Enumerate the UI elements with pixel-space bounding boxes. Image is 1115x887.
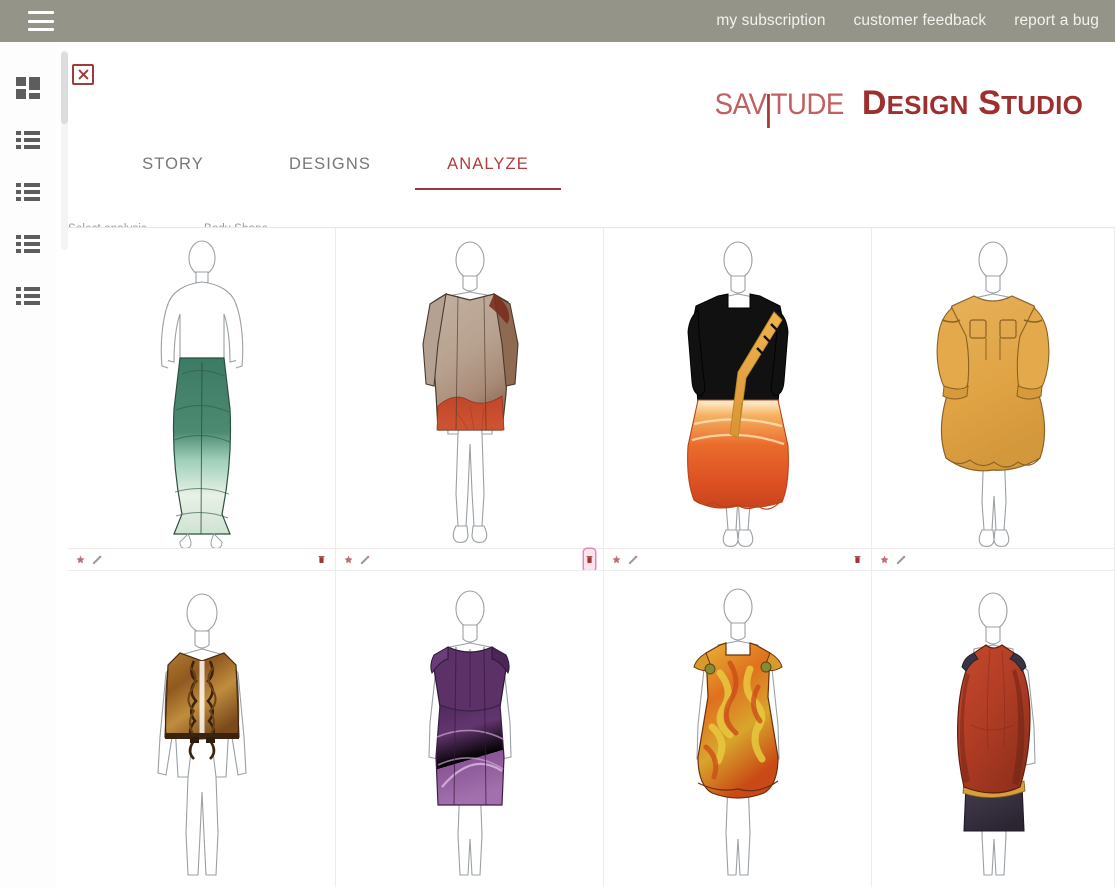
card-footer-2	[336, 548, 603, 570]
hamburger-icon[interactable]	[28, 11, 54, 31]
link-my-subscription[interactable]: my subscription	[716, 12, 825, 30]
pencil-icon[interactable]	[896, 555, 906, 565]
delete-icon[interactable]	[584, 548, 595, 570]
design-thumbnail-3[interactable]	[604, 228, 871, 548]
tab-analyze[interactable]: ANALYZE	[413, 142, 563, 190]
list-icon	[16, 182, 40, 202]
design-thumbnail-8[interactable]	[872, 571, 1114, 887]
design-card-7[interactable]	[604, 571, 872, 887]
list-icon	[16, 130, 40, 150]
vertical-scrollbar-thumb[interactable]	[61, 52, 68, 124]
link-report-a-bug[interactable]: report a bug	[1014, 12, 1099, 30]
card-footer-3	[604, 548, 871, 570]
list-icon	[16, 286, 40, 306]
card-actions-left-4	[880, 555, 906, 565]
design-card-1[interactable]	[68, 228, 336, 571]
star-icon[interactable]	[344, 555, 353, 564]
card-actions-left-3	[612, 555, 638, 565]
brand-logo: SAV TUDE DESIGN STUDIO	[709, 84, 1083, 128]
sidebar-item-list-4[interactable]	[0, 274, 56, 318]
design-card-5[interactable]	[68, 571, 336, 887]
design-thumbnail-1[interactable]	[68, 228, 335, 548]
delete-icon[interactable]	[852, 549, 863, 571]
brand-design-studio: DESIGN STUDIO	[861, 84, 1083, 122]
card-actions-left-2	[344, 555, 370, 565]
close-icon[interactable]	[72, 64, 94, 85]
delete-icon[interactable]	[316, 549, 327, 571]
design-thumbnail-5[interactable]	[68, 571, 335, 887]
design-thumbnail-6[interactable]	[336, 571, 603, 887]
card-footer-4	[872, 548, 1114, 570]
sidebar-item-list-3[interactable]	[0, 222, 56, 266]
pencil-icon[interactable]	[628, 555, 638, 565]
design-grid	[68, 227, 1115, 887]
left-sidebar	[0, 42, 56, 887]
star-icon[interactable]	[612, 555, 621, 564]
card-actions-left-1	[76, 555, 102, 565]
pencil-icon[interactable]	[92, 555, 102, 565]
tab-bar: STORY DESIGNS ANALYZE	[68, 142, 1115, 190]
pencil-icon[interactable]	[360, 555, 370, 565]
design-card-6[interactable]	[336, 571, 604, 887]
design-card-2[interactable]	[336, 228, 604, 571]
list-icon	[16, 234, 40, 254]
main-content: SAV TUDE DESIGN STUDIO STORY DESIGNS ANAL…	[68, 42, 1115, 887]
design-thumbnail-4[interactable]	[872, 228, 1114, 548]
top-bar: my subscription customer feedback report…	[0, 0, 1115, 42]
sidebar-item-list-2[interactable]	[0, 170, 56, 214]
star-icon[interactable]	[880, 555, 889, 564]
brand-savitude: SAV TUDE	[715, 88, 845, 128]
sidebar-item-list-1[interactable]	[0, 118, 56, 162]
dashboard-grid-icon	[16, 77, 40, 99]
design-card-8[interactable]	[872, 571, 1115, 887]
top-bar-links: my subscription customer feedback report…	[716, 12, 1099, 30]
tab-story[interactable]: STORY	[101, 142, 245, 186]
sidebar-item-dashboard[interactable]	[0, 66, 56, 110]
tab-designs[interactable]: DESIGNS	[255, 142, 405, 186]
star-icon[interactable]	[76, 555, 85, 564]
app-root: my subscription customer feedback report…	[0, 0, 1115, 887]
design-thumbnail-2[interactable]	[336, 228, 603, 548]
design-card-3[interactable]	[604, 228, 872, 571]
design-card-4[interactable]	[872, 228, 1115, 571]
card-footer-1	[68, 548, 335, 570]
link-customer-feedback[interactable]: customer feedback	[854, 12, 987, 30]
design-thumbnail-7[interactable]	[604, 571, 871, 887]
